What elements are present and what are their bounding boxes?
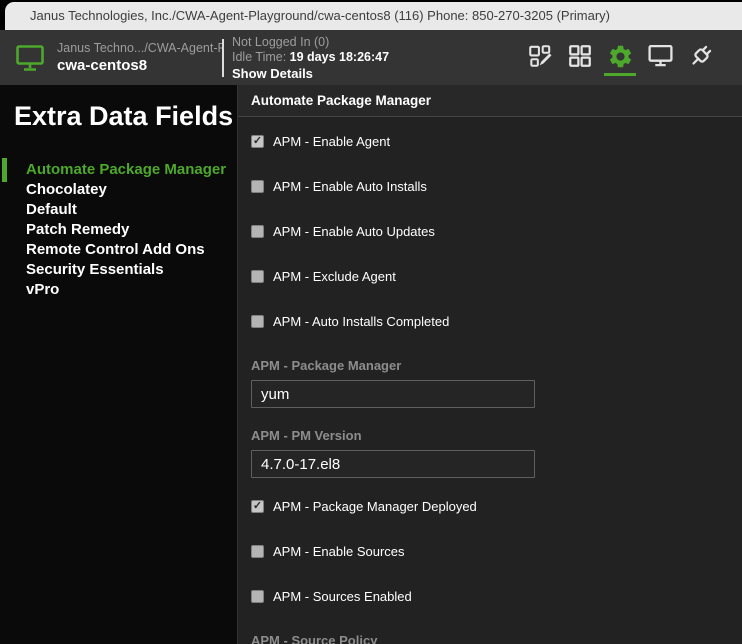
field-group-apm-pm-version: APM - PM Version — [251, 428, 729, 478]
section-title: Automate Package Manager — [238, 85, 742, 117]
apm-enable-sources-checkbox[interactable] — [251, 545, 264, 558]
window-titlebar: Janus Technologies, Inc./CWA-Agent-Playg… — [5, 2, 742, 30]
apm-sources-enabled-checkbox[interactable] — [251, 590, 264, 603]
settings-gear-icon — [607, 43, 634, 70]
agent-identity: Janus Techno.../CWA-Agent-Pl... cwa-cent… — [0, 41, 222, 74]
show-details-link[interactable]: Show Details — [232, 66, 389, 81]
edit-fields-icon — [527, 43, 553, 69]
field-group-apm-package-manager: APM - Package Manager — [251, 358, 729, 408]
sidebar-item-security-essentials[interactable]: Security Essentials — [26, 260, 237, 280]
apps-grid-icon[interactable] — [564, 38, 596, 78]
agent-header: Janus Techno.../CWA-Agent-Pl... cwa-cent… — [0, 30, 742, 85]
main-panel: Automate Package Manager APM - Enable Ag… — [237, 85, 742, 644]
checkbox-label: APM - Exclude Agent — [273, 269, 396, 284]
settings-gear-icon[interactable] — [604, 38, 636, 78]
idle-time-label: Idle Time: — [232, 50, 286, 64]
sidebar-item-vpro[interactable]: vPro — [26, 280, 237, 300]
sidebar-nav: Automate Package ManagerChocolateyDefaul… — [0, 160, 237, 300]
monitor-icon[interactable] — [644, 38, 676, 78]
sidebar-item-automate-package-manager[interactable]: Automate Package Manager — [26, 160, 237, 180]
idle-time-value: 19 days 18:26:47 — [290, 50, 389, 64]
sidebar-title: Extra Data Fields — [0, 85, 237, 134]
sidebar-item-remote-control-add-ons[interactable]: Remote Control Add Ons — [26, 240, 237, 260]
field-label: APM - Package Manager — [251, 358, 729, 373]
apps-grid-icon — [567, 43, 593, 69]
field-label: APM - PM Version — [251, 428, 729, 443]
login-status: Not Logged In (0) — [232, 35, 389, 50]
breadcrumb: Janus Techno.../CWA-Agent-Pl... — [57, 41, 222, 55]
idle-time: Idle Time: 19 days 18:26:47 — [232, 50, 389, 65]
fields-list: APM - Enable Agent APM - Enable Auto Inst… — [238, 117, 742, 644]
checkbox-label: APM - Enable Sources — [273, 544, 405, 559]
content-area: Extra Data Fields Automate Package Manag… — [0, 85, 742, 644]
sidebar-item-patch-remedy[interactable]: Patch Remedy — [26, 220, 237, 240]
field-row-apm-auto-installs-completed: APM - Auto Installs Completed — [251, 313, 729, 329]
field-row-apm-exclude-agent: APM - Exclude Agent — [251, 268, 729, 284]
checkbox-label: APM - Auto Installs Completed — [273, 314, 449, 329]
edit-fields-icon[interactable] — [524, 38, 556, 78]
apm-enable-auto-installs-checkbox[interactable] — [251, 180, 264, 193]
field-row-apm-enable-agent: APM - Enable Agent — [251, 133, 729, 149]
connect-plug-icon[interactable] — [684, 38, 716, 78]
agent-status: Not Logged In (0) Idle Time: 19 days 18:… — [232, 35, 389, 81]
agent-names: Janus Techno.../CWA-Agent-Pl... cwa-cent… — [57, 41, 222, 74]
field-row-apm-enable-auto-installs: APM - Enable Auto Installs — [251, 178, 729, 194]
apm-package-manager-input[interactable] — [251, 380, 535, 408]
connect-plug-icon — [687, 43, 714, 70]
field-row-apm-sources-enabled: APM - Sources Enabled — [251, 588, 729, 604]
computer-icon — [15, 44, 45, 72]
field-row-apm-package-manager-deployed: APM - Package Manager Deployed — [251, 498, 729, 514]
sidebar-item-chocolatey[interactable]: Chocolatey — [26, 180, 237, 200]
apm-exclude-agent-checkbox[interactable] — [251, 270, 264, 283]
field-row-apm-enable-sources: APM - Enable Sources — [251, 543, 729, 559]
sidebar-item-default[interactable]: Default — [26, 200, 237, 220]
apm-pm-version-input[interactable] — [251, 450, 535, 478]
field-row-apm-enable-auto-updates: APM - Enable Auto Updates — [251, 223, 729, 239]
apm-auto-installs-completed-checkbox[interactable] — [251, 315, 264, 328]
apm-enable-auto-updates-checkbox[interactable] — [251, 225, 264, 238]
apm-package-manager-deployed-checkbox[interactable] — [251, 500, 264, 513]
field-group-apm-source-policy: APM - Source Policy — [251, 633, 729, 644]
computer-name: cwa-centos8 — [57, 57, 222, 74]
checkbox-label: APM - Sources Enabled — [273, 589, 412, 604]
header-toolbar — [524, 38, 742, 78]
monitor-icon — [647, 43, 674, 69]
checkbox-label: APM - Enable Auto Updates — [273, 224, 435, 239]
checkbox-label: APM - Package Manager Deployed — [273, 499, 477, 514]
window-title: Janus Technologies, Inc./CWA-Agent-Playg… — [30, 8, 610, 23]
checkbox-label: APM - Enable Auto Installs — [273, 179, 427, 194]
apm-enable-agent-checkbox[interactable] — [251, 135, 264, 148]
field-label: APM - Source Policy — [251, 633, 729, 644]
header-divider — [222, 39, 224, 77]
sidebar: Extra Data Fields Automate Package Manag… — [0, 85, 237, 644]
checkbox-label: APM - Enable Agent — [273, 134, 390, 149]
